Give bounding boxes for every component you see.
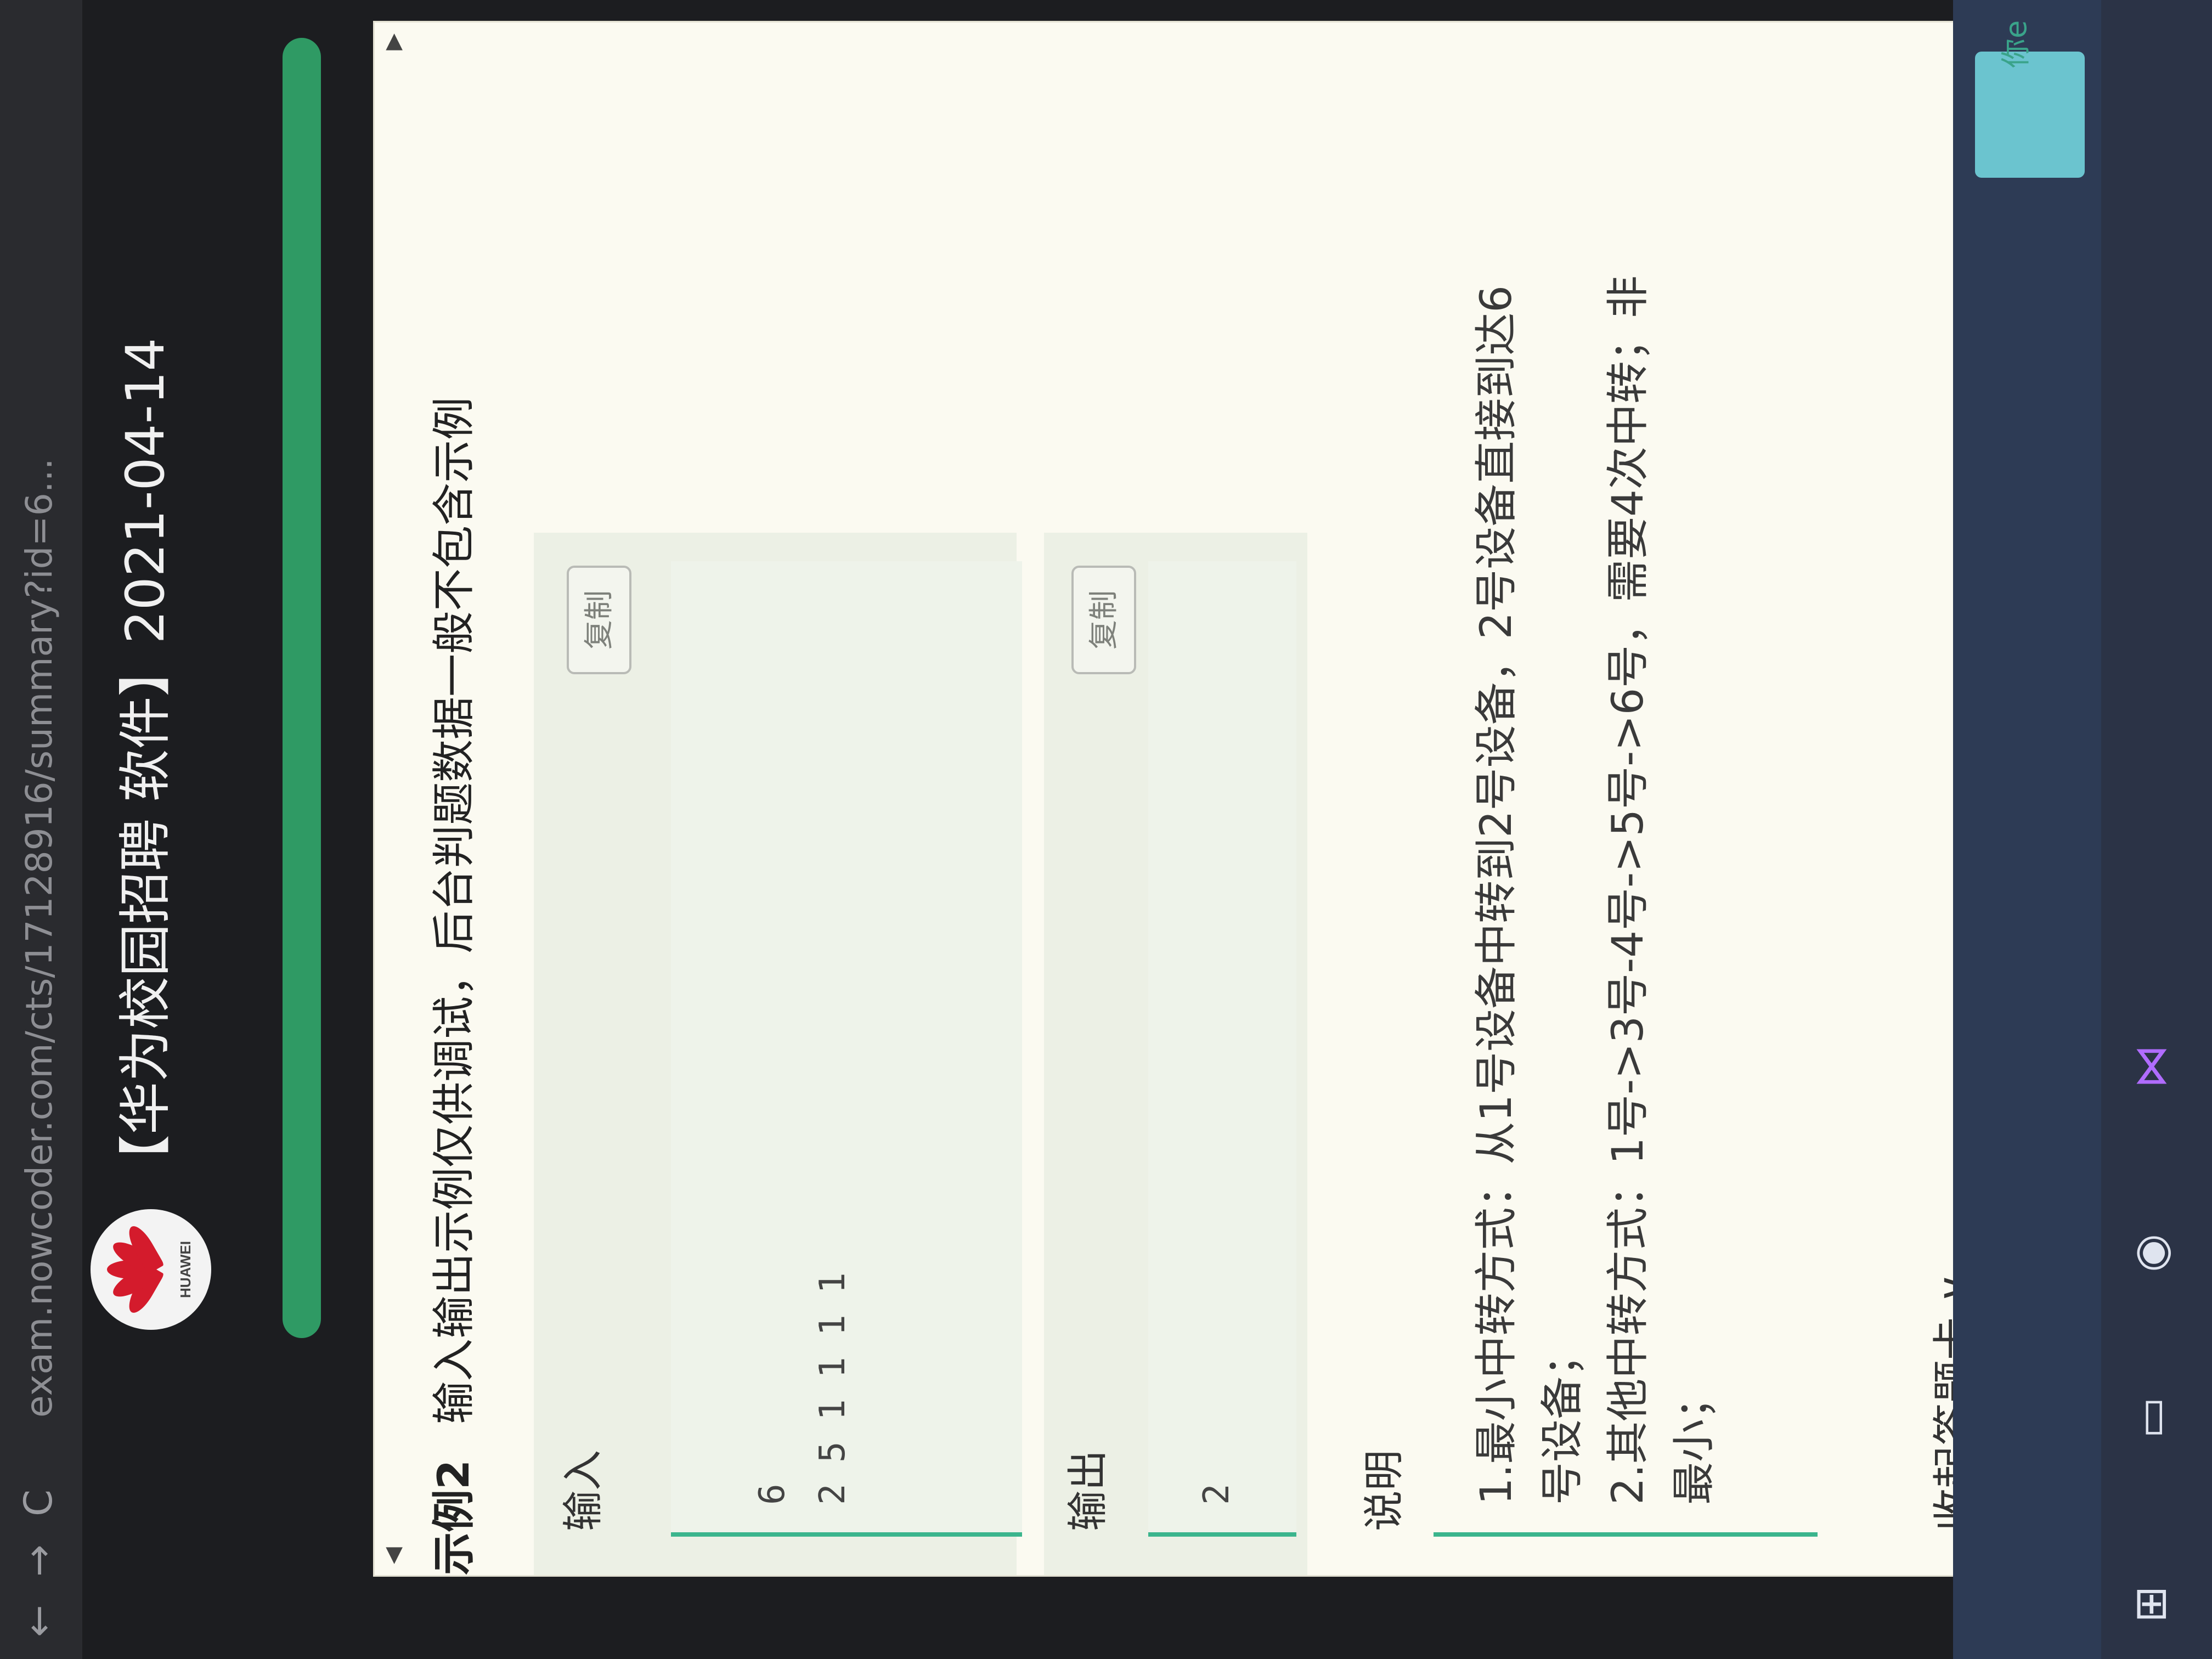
windows-icon[interactable]: ⊞ bbox=[2118, 1571, 2183, 1637]
visual-studio-icon[interactable]: ⋈ bbox=[2118, 1034, 2183, 1099]
input-code-box: 6 2 5 1 1 1 1 bbox=[671, 561, 1022, 1537]
note-line: 最小； bbox=[1669, 1376, 1719, 1505]
example-heading: 示例2 输入输出示例仅供调试，后台判题数据一般不包含示例 bbox=[424, 397, 484, 1575]
scroll-right-icon[interactable]: ▶ bbox=[380, 33, 405, 50]
note-line: 号设备； bbox=[1538, 1333, 1587, 1505]
note-label: 说明 bbox=[1361, 1450, 1408, 1531]
taskbar-edge bbox=[2197, 0, 2212, 1659]
input-line: 6 bbox=[752, 1483, 793, 1505]
note-line: 2.其他中转方式：1号->3号-4号->5号->6号，需要4次中转；非 bbox=[1604, 275, 1653, 1505]
input-label: 输入 bbox=[560, 1450, 607, 1531]
task-view-icon[interactable]: ▭ bbox=[2118, 1385, 2183, 1451]
forward-icon[interactable]: → bbox=[16, 1544, 61, 1577]
side-panel bbox=[1953, 0, 2101, 1659]
output-label: 输出 bbox=[1064, 1450, 1111, 1531]
copy-output-button[interactable]: 复制 bbox=[1071, 566, 1136, 674]
output-block: 输出 复制 2 bbox=[1044, 533, 1307, 1575]
address-bar[interactable]: exam.nowcoder.com/cts/17128916/summary?i… bbox=[18, 458, 61, 1418]
photo-frame: ← → C exam.nowcoder.com/cts/17128916/sum… bbox=[0, 0, 2212, 1659]
input-block: 输入 复制 6 2 5 1 1 1 1 bbox=[534, 533, 1022, 1575]
input-line: 2 5 1 1 1 1 bbox=[812, 1272, 853, 1505]
browser-toolbar: ← → C exam.nowcoder.com/cts/17128916/sum… bbox=[0, 0, 82, 1659]
output-code-box: 2 bbox=[1148, 561, 1296, 1537]
question-panel: ◀ ▶ 示例2 输入输出示例仅供调试，后台判题数据一般不包含示例 输入 复制 6… bbox=[373, 21, 2198, 1577]
output-line: 2 bbox=[1197, 1483, 1237, 1505]
scroll-left-icon[interactable]: ◀ bbox=[380, 1547, 405, 1564]
reload-icon[interactable]: C bbox=[16, 1489, 61, 1516]
example-hint: 输入输出示例仅供调试，后台判题数据一般不包含示例 bbox=[430, 397, 479, 1424]
side-card[interactable] bbox=[1975, 52, 2085, 178]
side-text: 你e bbox=[1999, 20, 2033, 68]
progress-rail bbox=[283, 38, 321, 1338]
huawei-logo: HUAWEI bbox=[91, 1209, 211, 1330]
chrome-icon[interactable]: ◉ bbox=[2118, 1220, 2183, 1286]
back-icon[interactable]: ← bbox=[16, 1605, 61, 1637]
copy-input-button[interactable]: 复制 bbox=[567, 566, 631, 674]
note-box: 1.最小中转方式：从1号设备中转到2号设备，2号设备直接到达6 号设备； 2.其… bbox=[1434, 62, 1818, 1537]
note-line: 1.最小中转方式：从1号设备中转到2号设备，2号设备直接到达6 bbox=[1472, 285, 1521, 1505]
page-title: 【华为校园招聘 软件】2021-04-14 bbox=[115, 337, 176, 1187]
logo-text: HUAWEI bbox=[177, 1241, 194, 1298]
example-number: 示例2 bbox=[430, 1459, 479, 1575]
